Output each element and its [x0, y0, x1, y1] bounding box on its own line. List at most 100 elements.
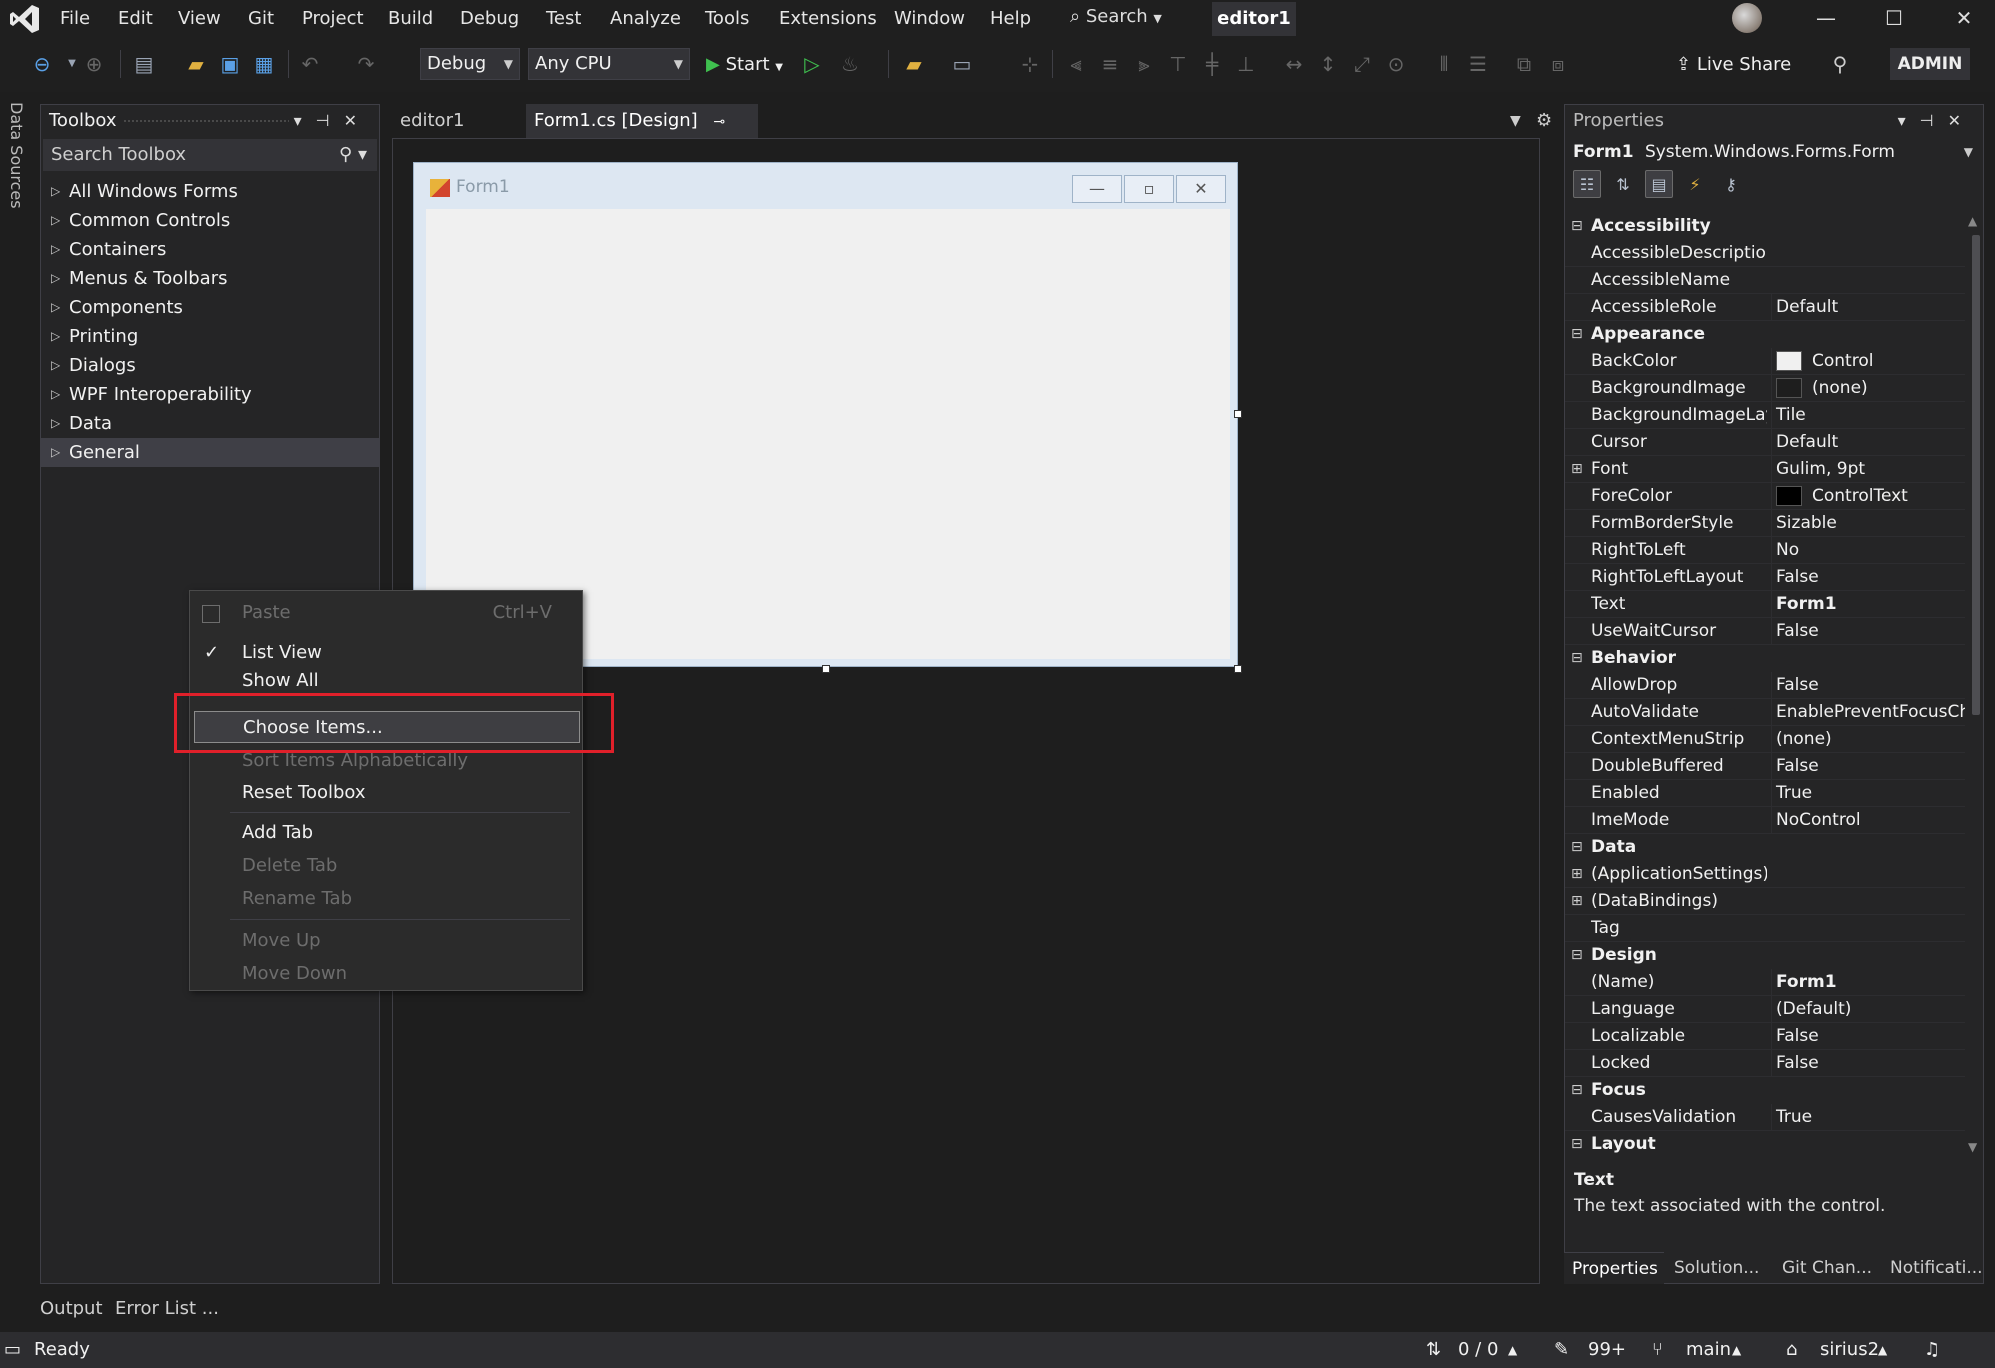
tab-editor1[interactable]: editor1 [392, 104, 518, 138]
horizontal-spacing-icon[interactable]: ⦀ [1432, 52, 1456, 76]
property-value[interactable]: Default [1771, 429, 1965, 456]
align-to-grid-icon[interactable]: ⊹ [1018, 52, 1042, 76]
expand-arrow-icon[interactable]: ▷ [51, 438, 60, 467]
minimize-window-button[interactable]: — [1796, 0, 1856, 38]
admin-button[interactable]: ADMIN [1890, 48, 1970, 80]
open-folder-icon[interactable]: ▰ [184, 52, 208, 76]
pin-icon[interactable]: ⊸ [713, 114, 725, 130]
property-value[interactable]: False [1771, 753, 1965, 780]
pin-icon[interactable]: ⊣ [1920, 111, 1948, 130]
expand-arrow-icon[interactable]: ▷ [51, 322, 60, 351]
menu-git[interactable]: Git [246, 0, 276, 38]
property-row[interactable]: Language (Default) [1565, 996, 1965, 1023]
toolbox-category-components[interactable]: ▷ Components [41, 293, 379, 322]
property-category[interactable]: ⊟ Appearance [1565, 321, 1965, 348]
object-selector[interactable]: Form1 System.Windows.Forms.Form ▼ [1565, 137, 1983, 167]
align-rights-icon[interactable]: ⫸ [1132, 52, 1156, 76]
menu-extensions[interactable]: Extensions [777, 0, 879, 38]
menu-test[interactable]: Test [544, 0, 583, 38]
close-icon[interactable]: ✕ [1948, 111, 1975, 130]
property-value[interactable]: Form1 [1771, 969, 1965, 996]
expand-icon[interactable]: ⊞ [1571, 888, 1583, 915]
property-value[interactable]: True [1771, 1104, 1965, 1131]
collapse-icon[interactable]: ⊟ [1571, 1131, 1583, 1158]
property-category[interactable]: ⊟ Layout [1565, 1131, 1965, 1158]
property-value[interactable]: False [1771, 618, 1965, 645]
expand-icon[interactable]: ⊞ [1571, 456, 1583, 483]
property-category[interactable]: ⊟ Data [1565, 834, 1965, 861]
menu-debug[interactable]: Debug [458, 0, 521, 38]
toolbox-category-dialogs[interactable]: ▷ Dialogs [41, 351, 379, 380]
branch-icon[interactable]: ⑂ [1652, 1332, 1663, 1368]
property-row[interactable]: BackgroundImageLayout Tile [1565, 402, 1965, 429]
sync-icon[interactable]: ⇅ [1426, 1332, 1441, 1368]
menu-item-add-tab[interactable]: Add Tab [190, 817, 582, 849]
menu-tools[interactable]: Tools [703, 0, 751, 38]
avatar[interactable] [1732, 3, 1762, 33]
tab-order-icon[interactable]: ▭ [950, 52, 974, 76]
expand-arrow-icon[interactable]: ▷ [51, 235, 60, 264]
property-category[interactable]: ⊟ Behavior [1565, 645, 1965, 672]
property-row[interactable]: UseWaitCursor False [1565, 618, 1965, 645]
navigate-forward-icon[interactable]: ⊕ [82, 52, 106, 76]
bring-to-front-icon[interactable]: ⧉ [1512, 52, 1536, 76]
tab-error-list[interactable]: Error List ... [115, 1294, 219, 1324]
vertical-spacing-icon[interactable]: ☰ [1466, 52, 1490, 76]
start-button[interactable]: ▶ Start ▼ [706, 52, 783, 78]
property-value[interactable]: Sizable [1771, 510, 1965, 537]
expand-arrow-icon[interactable]: ▷ [51, 409, 60, 438]
scroll-up-icon[interactable]: ▲ [1968, 214, 1977, 228]
property-value[interactable]: Form1 [1771, 591, 1965, 618]
collapse-icon[interactable]: ⊟ [1571, 213, 1583, 240]
property-value[interactable]: ControlText [1771, 483, 1965, 510]
expand-arrow-icon[interactable]: ▷ [51, 380, 60, 409]
tab-form1-design[interactable]: Form1.cs [Design] ⊸ ✕ [526, 104, 758, 166]
property-value[interactable]: (none) [1771, 375, 1965, 402]
align-bottoms-icon[interactable]: ⊥ [1234, 52, 1258, 76]
events-icon[interactable]: ⚡ [1681, 171, 1709, 199]
property-row[interactable]: Locked False [1565, 1050, 1965, 1077]
categorized-icon[interactable]: ☷ [1573, 170, 1601, 198]
toolbox-category-common-controls[interactable]: ▷ Common Controls [41, 206, 379, 235]
make-same-height-icon[interactable]: ↕ [1316, 52, 1340, 76]
property-row[interactable]: ⊞ Font Gulim, 9pt [1565, 456, 1965, 483]
property-value[interactable]: NoControl [1771, 807, 1965, 834]
pin-icon[interactable]: ⊣ [316, 111, 344, 130]
menu-file[interactable]: File [58, 0, 92, 38]
property-row[interactable]: (Name) Form1 [1565, 969, 1965, 996]
visual-studio-logo-icon[interactable] [8, 2, 42, 36]
expand-arrow-icon[interactable]: ▷ [51, 293, 60, 322]
alphabetical-icon[interactable]: ⇅ [1609, 171, 1637, 199]
property-value[interactable]: EnablePreventFocusChange [1771, 699, 1965, 726]
feedback-icon[interactable]: ⚲ [1828, 52, 1852, 76]
property-pages-icon[interactable]: ⚷ [1717, 171, 1745, 199]
live-share-button[interactable]: ⇪ Live Share [1676, 52, 1791, 78]
property-value[interactable]: Control [1771, 348, 1965, 375]
tab-notifications[interactable]: Notificati... [1882, 1252, 1983, 1284]
resize-handle-bottom[interactable] [822, 665, 830, 673]
property-row[interactable]: AccessibleRole Default [1565, 294, 1965, 321]
expand-arrow-icon[interactable]: ▷ [51, 351, 60, 380]
gear-icon[interactable]: ⚙ [1536, 104, 1552, 138]
save-icon[interactable]: ▣ [218, 52, 242, 76]
send-to-back-icon[interactable]: ⧈ [1546, 52, 1570, 76]
collapse-icon[interactable]: ⊟ [1571, 1077, 1583, 1104]
property-row[interactable]: AllowDrop False [1565, 672, 1965, 699]
sync-count[interactable]: 0 / 0 [1458, 1332, 1498, 1368]
search-box[interactable]: ⌕ Search ▼ [1070, 0, 1162, 38]
collapse-icon[interactable]: ⊟ [1571, 321, 1583, 348]
tab-output[interactable]: Output [40, 1294, 103, 1324]
notification-bell-icon[interactable]: ♫ [1924, 1332, 1940, 1368]
tab-solution-explorer[interactable]: Solution... [1666, 1252, 1772, 1284]
collapse-icon[interactable]: ⊟ [1571, 645, 1583, 672]
collapse-icon[interactable]: ⊟ [1571, 834, 1583, 861]
property-value[interactable]: False [1771, 672, 1965, 699]
property-row[interactable]: ⊞ (ApplicationSettings) [1565, 861, 1965, 888]
property-row[interactable]: Enabled True [1565, 780, 1965, 807]
tab-git-changes[interactable]: Git Chan... [1774, 1252, 1880, 1284]
toolbox-search-input[interactable]: Search Toolbox ⚲ ▾ [43, 139, 377, 171]
expand-arrow-icon[interactable]: ▷ [51, 264, 60, 293]
align-tops-icon[interactable]: ⊤ [1166, 52, 1190, 76]
tab-properties[interactable]: Properties [1564, 1252, 1664, 1284]
zoom-icon[interactable]: ⊙ [1384, 52, 1408, 76]
